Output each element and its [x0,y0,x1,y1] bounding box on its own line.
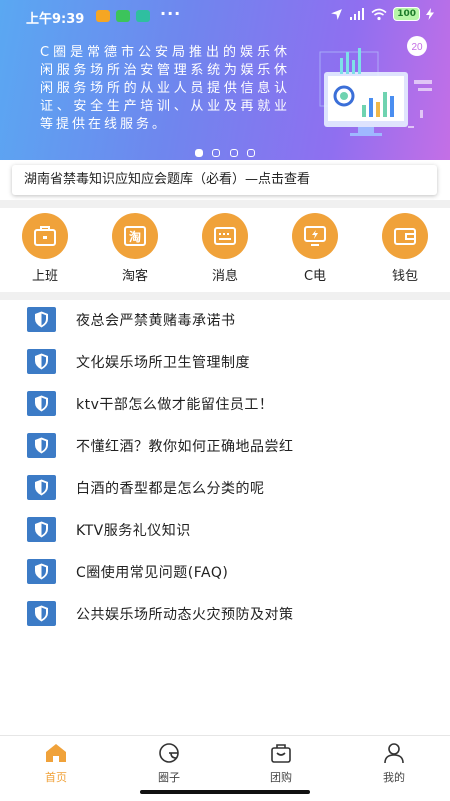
analytics-illustration-icon: 20 [319,36,432,136]
list-item[interactable]: 文化娱乐场所卫生管理制度 [0,342,450,384]
home-indicator[interactable] [140,790,310,794]
notice-bar[interactable]: 湖南省禁毒知识应知应会题库（必看）—点击查看 [12,165,437,195]
message-icon [214,227,236,245]
briefcase-icon [34,226,56,246]
battery-indicator: 100 [393,7,420,21]
wechat-icon [116,10,130,22]
shortcut-label: C电 [303,269,327,284]
shortcut-wallet[interactable]: 钱包 [365,213,445,284]
nav-label: 圈子 [158,771,180,784]
shield-icon [35,395,48,412]
svg-text:淘: 淘 [129,229,141,244]
shortcut-grid: 上班 淘 淘客 消息 C电 钱包 [0,213,450,293]
section-divider [0,292,450,300]
shortcut-label: 钱包 [391,269,418,284]
shield-icon [35,311,48,328]
section-divider [0,200,450,208]
wallet-icon [394,228,416,245]
taobao-icon: 淘 [124,226,146,246]
circle-icon [159,743,179,763]
notification-app-icon [96,10,110,22]
signal-icon [350,7,365,20]
shortcut-messages[interactable]: 消息 [185,213,265,284]
nav-label: 团购 [270,771,292,784]
notification-app-icon [136,10,150,22]
shield-icon [35,479,48,496]
status-time: 上午9:39 [26,12,85,27]
shield-icon [35,605,48,622]
list-item[interactable]: C圈使用常见问题(FAQ) [0,552,450,594]
hero-banner[interactable]: 上午9:39 ··· 100 C圈是常德市公安局推出的娱乐休闲服务场所治安管理系… [0,0,450,160]
banner-badge: 20 [411,42,423,53]
article-title: 白酒的香型都是怎么分类的呢 [76,481,265,497]
shortcut-label: 消息 [211,269,238,284]
article-title: ktv干部怎么做才能留住员工！ [76,397,274,413]
nav-group-buy[interactable]: 团购 [246,742,316,785]
list-item[interactable]: 公共娱乐场所动态火灾预防及对策 [0,594,450,636]
list-item[interactable]: ktv干部怎么做才能留住员工！ [0,384,450,426]
article-title: 公共娱乐场所动态火灾预防及对策 [76,607,294,623]
shield-icon [35,437,48,454]
shield-icon [35,353,48,370]
status-bar: 上午9:39 ··· 100 [0,0,450,32]
user-icon [384,743,404,764]
list-item[interactable]: 夜总会严禁黄赌毒承诺书 [0,300,450,342]
article-title: C圈使用常见问题(FAQ) [76,565,229,581]
article-title: 夜总会严禁黄赌毒承诺书 [76,313,236,329]
bag-icon [271,744,291,763]
nav-home[interactable]: 首页 [21,742,91,785]
nav-label: 我的 [383,771,405,784]
notice-text: 湖南省禁毒知识应知应会题库（必看）—点击查看 [24,172,311,187]
shortcut-taoke[interactable]: 淘 淘客 [95,213,175,284]
charging-icon [426,8,434,20]
home-icon [46,744,66,762]
location-icon [331,8,343,20]
article-title: 不懂红酒？教你如何正确地品尝红 [76,439,294,455]
list-item[interactable]: KTV服务礼仪知识 [0,510,450,552]
list-item[interactable]: 白酒的香型都是怎么分类的呢 [0,468,450,510]
shortcut-label: 上班 [31,269,58,284]
shield-icon [35,563,48,580]
shortcut-c-electric[interactable]: C电 [275,213,355,284]
nav-label: 首页 [45,771,67,784]
more-notifications-icon: ··· [160,4,182,23]
shield-icon [35,521,48,538]
wifi-icon [371,8,387,20]
nav-profile[interactable]: 我的 [359,742,429,785]
list-item[interactable]: 不懂红酒？教你如何正确地品尝红 [0,426,450,468]
article-title: KTV服务礼仪知识 [76,523,191,539]
shortcut-work[interactable]: 上班 [5,213,85,284]
carousel-dot[interactable] [195,149,204,157]
carousel-dot[interactable] [246,149,255,157]
carousel-dot[interactable] [212,149,221,157]
nav-circle[interactable]: 圈子 [134,742,204,785]
shortcut-label: 淘客 [121,269,148,284]
carousel-indicator[interactable] [0,142,450,160]
monitor-icon [304,226,326,246]
article-title: 文化娱乐场所卫生管理制度 [76,355,250,371]
carousel-dot[interactable] [229,149,238,157]
banner-text: C圈是常德市公安局推出的娱乐休闲服务场所治安管理系统为娱乐休闲服务场所的从业人员… [40,45,290,132]
